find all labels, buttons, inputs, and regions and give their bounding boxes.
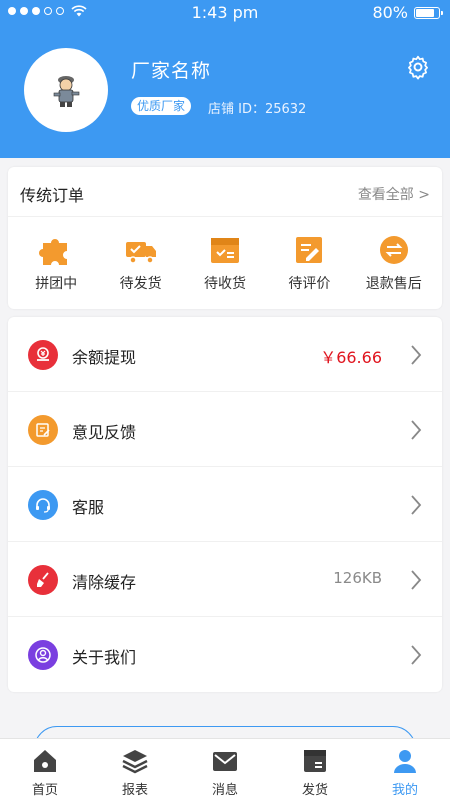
store-name: 厂家名称 bbox=[131, 60, 212, 82]
order-status-refund[interactable]: 退款售后 bbox=[354, 217, 434, 293]
profile-header: 1:43 pm 80% 厂家名称 优质厂家 店铺 ID：25632 bbox=[0, 0, 450, 158]
battery-percent: 80% bbox=[372, 3, 408, 22]
tab-ship[interactable]: 发货 bbox=[270, 739, 360, 800]
tab-messages[interactable]: 消息 bbox=[180, 739, 270, 800]
order-status-grouping[interactable]: 拼团中 bbox=[16, 217, 96, 293]
order-label: 退款售后 bbox=[365, 276, 422, 292]
chevron-right-icon bbox=[411, 420, 422, 440]
battery-icon bbox=[414, 6, 443, 19]
order-status-to-review[interactable]: 待评价 bbox=[269, 217, 349, 293]
menu-item-withdraw[interactable]: 余额提现 ￥66.66 bbox=[8, 317, 442, 392]
broom-icon bbox=[28, 565, 58, 595]
mascot-icon bbox=[53, 76, 80, 107]
tab-mine[interactable]: 我的 bbox=[360, 739, 450, 800]
headset-icon bbox=[28, 490, 58, 520]
orders-title: 传统订单 bbox=[20, 186, 85, 205]
box-check-icon bbox=[210, 238, 239, 263]
menu-item-about-us[interactable]: 关于我们 bbox=[8, 617, 442, 692]
menu-item-customer-service[interactable]: 客服 bbox=[8, 467, 442, 542]
refund-icon bbox=[379, 236, 408, 264]
chevron-right-icon bbox=[411, 495, 422, 515]
wallet-icon bbox=[28, 340, 58, 370]
menu-label: 清除缓存 bbox=[72, 573, 137, 592]
balance-value: ￥66.66 bbox=[320, 348, 382, 367]
order-label: 拼团中 bbox=[35, 276, 78, 292]
edit-note-icon bbox=[296, 237, 323, 263]
order-status-to-ship[interactable]: 待发货 bbox=[101, 217, 181, 293]
order-label: 待收货 bbox=[203, 276, 246, 292]
store-id: 店铺 ID：25632 bbox=[208, 102, 307, 117]
chevron-right-icon bbox=[411, 645, 422, 665]
user-circle-icon bbox=[28, 640, 58, 670]
quality-badge: 优质厂家 bbox=[131, 97, 192, 115]
home-icon bbox=[34, 750, 56, 772]
menu-label: 余额提现 bbox=[72, 348, 137, 367]
tab-label: 消息 bbox=[211, 783, 238, 798]
menu-label: 意见反馈 bbox=[72, 423, 137, 442]
layers-icon bbox=[122, 750, 148, 774]
person-icon bbox=[394, 750, 416, 773]
menu-item-clear-cache[interactable]: 清除缓存 126KB bbox=[8, 542, 442, 617]
chevron-right-icon bbox=[411, 570, 422, 590]
gear-icon[interactable] bbox=[405, 54, 431, 80]
order-label: 待评价 bbox=[288, 276, 331, 292]
tab-home[interactable]: 首页 bbox=[0, 739, 90, 800]
orders-card: 传统订单 查看全部 > 拼团中 待发货 待收货 待评价 退款售后 bbox=[8, 167, 442, 309]
puzzle-icon bbox=[39, 239, 68, 265]
status-bar: 1:43 pm 80% bbox=[0, 0, 450, 26]
feedback-icon bbox=[28, 415, 58, 445]
order-label: 待发货 bbox=[119, 276, 162, 292]
menu-card: 余额提现 ￥66.66 意见反馈 客服 清除缓存 126KB 关于我们 bbox=[8, 317, 442, 692]
mail-icon bbox=[213, 752, 237, 771]
bottom-tab-bar: 首页 报表 消息 发货 我的 bbox=[0, 738, 450, 800]
orders-header: 传统订单 查看全部 > bbox=[8, 167, 442, 217]
avatar[interactable] bbox=[24, 48, 108, 132]
tab-label: 发货 bbox=[301, 783, 328, 798]
tab-label: 我的 bbox=[391, 783, 418, 798]
menu-label: 关于我们 bbox=[72, 648, 137, 667]
view-all-link[interactable]: 查看全部 > bbox=[358, 184, 430, 204]
menu-item-feedback[interactable]: 意见反馈 bbox=[8, 392, 442, 467]
truck-icon bbox=[125, 242, 156, 264]
cache-size-value: 126KB bbox=[333, 569, 382, 587]
package-icon bbox=[304, 750, 326, 772]
tab-label: 首页 bbox=[31, 783, 58, 798]
chevron-right-icon bbox=[411, 345, 422, 365]
order-status-to-receive[interactable]: 待收货 bbox=[185, 217, 265, 293]
tab-label: 报表 bbox=[121, 783, 148, 798]
tab-reports[interactable]: 报表 bbox=[90, 739, 180, 800]
menu-label: 客服 bbox=[72, 498, 105, 517]
